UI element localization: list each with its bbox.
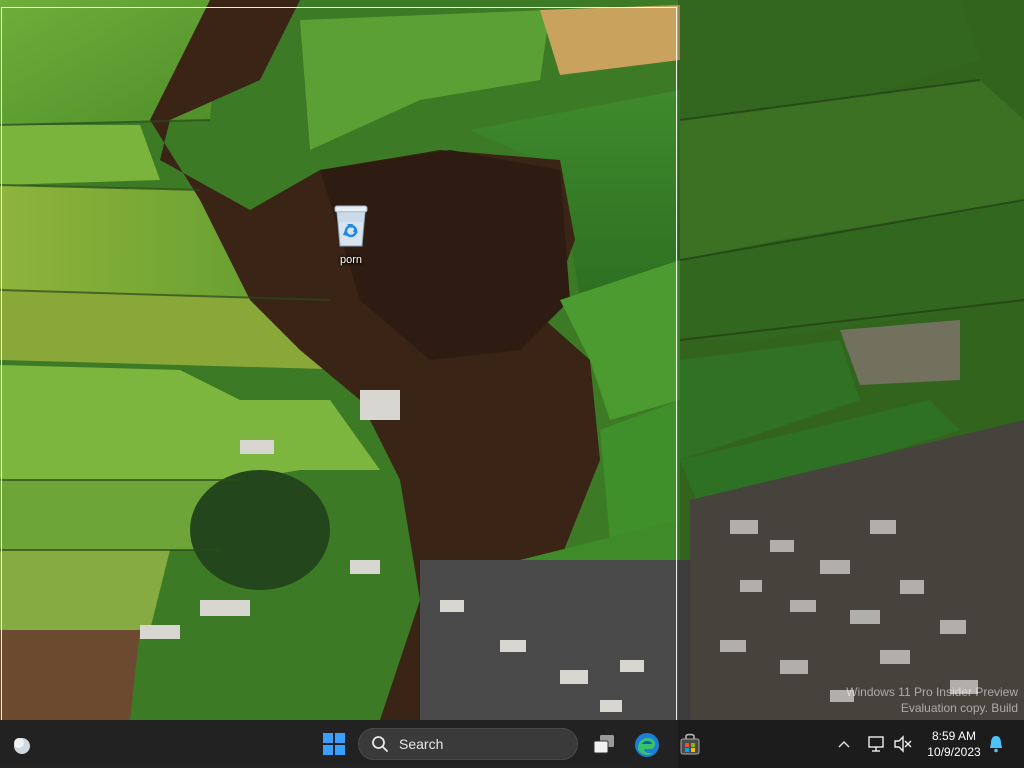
network-button[interactable] bbox=[866, 734, 888, 754]
network-icon bbox=[868, 736, 884, 752]
volume-button[interactable] bbox=[892, 734, 914, 754]
show-hidden-icons-button[interactable] bbox=[834, 734, 854, 754]
task-view-icon bbox=[593, 735, 614, 754]
edge-button[interactable] bbox=[632, 730, 662, 760]
notifications-button[interactable] bbox=[986, 734, 1006, 754]
search-icon bbox=[372, 736, 388, 752]
bell-icon bbox=[990, 736, 1002, 753]
evaluation-watermark: Windows 11 Pro Insider Preview Evaluatio… bbox=[846, 684, 1018, 716]
taskbar-search-box[interactable]: Search bbox=[358, 728, 578, 760]
store-icon bbox=[680, 733, 700, 755]
desktop-dimmed-area bbox=[678, 0, 1024, 720]
weather-widget[interactable] bbox=[8, 731, 36, 759]
chevron-up-icon bbox=[838, 740, 850, 748]
watermark-line-2: Evaluation copy. Build bbox=[900, 701, 1018, 715]
recycle-bin-icon bbox=[331, 204, 371, 248]
clock-time: 8:59 AM bbox=[931, 729, 977, 743]
weather-icon bbox=[14, 738, 30, 754]
store-button[interactable] bbox=[676, 730, 704, 758]
search-label: Search bbox=[399, 736, 444, 752]
edge-icon bbox=[635, 733, 659, 757]
windows-start-icon bbox=[323, 733, 345, 755]
volume-muted-icon bbox=[894, 735, 912, 753]
taskbar: Search 8:59 AM 10/9/2023 bbox=[0, 720, 1024, 768]
clock-date: 10/9/2023 bbox=[927, 745, 981, 759]
watermark-line-1: Windows 11 Pro Insider Preview bbox=[846, 685, 1018, 699]
taskbar-clock[interactable]: 8:59 AM 10/9/2023 bbox=[922, 726, 986, 762]
desktop-icon-recycle-bin[interactable]: porn bbox=[322, 204, 380, 266]
start-button[interactable] bbox=[320, 730, 348, 758]
task-view-button[interactable] bbox=[590, 730, 618, 758]
desktop-icon-label: porn bbox=[339, 254, 363, 266]
